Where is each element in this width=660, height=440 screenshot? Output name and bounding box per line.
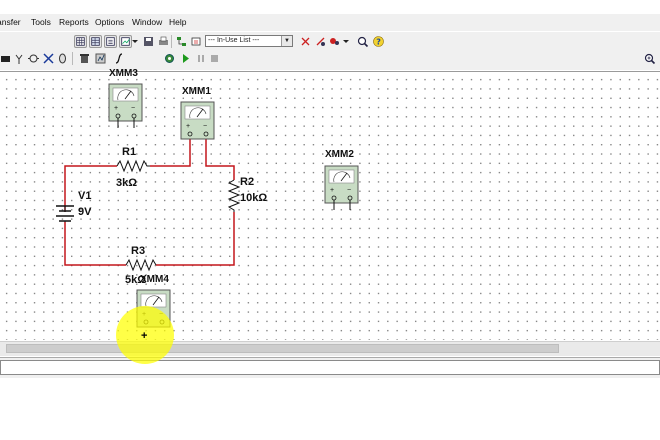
resistor-r1[interactable]: R1 3kΩ [116,146,150,189]
wire-xmm1-to-r2[interactable] [205,138,235,180]
svg-text:+: + [186,123,190,130]
r1-name: R1 [122,146,136,158]
r3-name: R3 [131,245,145,257]
r2-value: 10kΩ [240,192,267,204]
status-bar [0,357,660,378]
xmm3-label: XMM3 [109,68,138,79]
multimeter-xmm3[interactable]: + − XMM3 [108,68,143,128]
horizontal-scrollbar[interactable] [0,341,660,356]
battery-v1[interactable]: V1 9V [56,190,92,222]
status-field [0,360,660,375]
svg-text:−: − [131,105,135,112]
circuit-schematic: R1 3kΩ R2 10kΩ R3 5kΩ V1 9V + − XMM3 + −… [56,68,359,328]
wire-r3-to-v1[interactable] [64,222,126,266]
wire-r2-to-r3[interactable] [156,212,235,266]
xmm2-label: XMM2 [325,149,354,160]
spreadsheet-view-area [0,378,660,440]
xmm1-label: XMM1 [182,86,211,97]
r2-name: R2 [240,176,254,188]
scrollbar-thumb[interactable] [6,344,559,353]
xmm4-label: XMM4 [140,274,169,285]
mouse-cursor-icon: + [141,330,148,342]
multimeter-xmm1[interactable]: + − XMM1 [180,86,215,140]
svg-text:−: − [203,123,207,130]
resistor-r2[interactable]: R2 10kΩ [227,176,267,212]
wire-r1-to-xmm1[interactable] [150,138,191,167]
multimeter-xmm2[interactable]: + − XMM2 [324,149,359,210]
v1-value: 9V [78,206,92,218]
v1-name: V1 [78,190,91,202]
svg-text:+: + [114,105,118,112]
r1-value: 3kΩ [116,177,137,189]
svg-text:−: − [347,187,351,194]
svg-text:+: + [330,187,334,194]
